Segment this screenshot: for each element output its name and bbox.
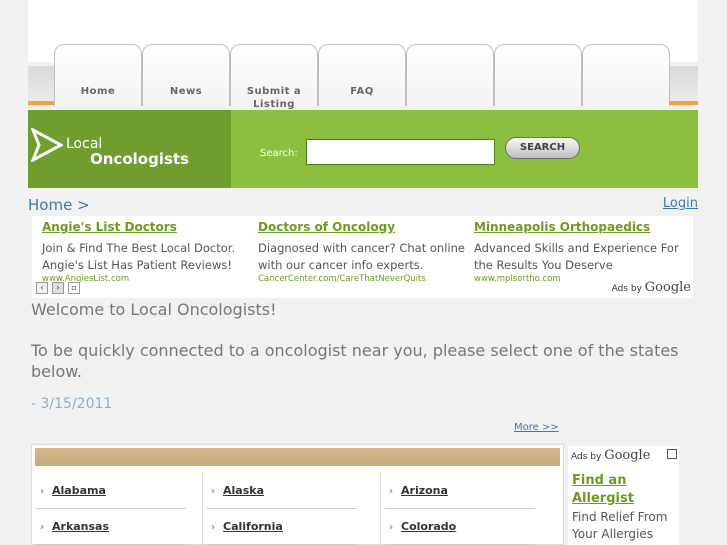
chevron-left-icon[interactable]: ‹ (36, 282, 48, 294)
ad-title[interactable]: Find an Allergist (572, 472, 672, 508)
list-item: › Alaska (207, 473, 357, 509)
ad-title[interactable]: Doctors of Oncology (258, 220, 468, 234)
external-link-icon[interactable]: ▫ (68, 282, 80, 294)
ad-item[interactable]: Minneapolis Orthopaedics Advanced Skills… (474, 220, 684, 284)
logo-arrow-icon (31, 128, 63, 162)
list-item: › Arkansas (36, 509, 186, 545)
external-link-icon[interactable] (667, 449, 677, 459)
tab-label: Home (80, 86, 116, 97)
header-banner: Local Oncologists Search: SEARCH (28, 110, 698, 188)
states-column: › Alaska › California (202, 473, 363, 545)
state-link-colorado[interactable]: Colorado (401, 520, 456, 533)
list-item: › Alabama (36, 473, 186, 509)
tab-empty-3[interactable] (582, 44, 670, 106)
more-link[interactable]: More >> (514, 422, 559, 433)
ads-by-text: Ads by (571, 452, 602, 462)
ad-url[interactable]: CancerCenter.com/CareThatNeverQuits (258, 274, 468, 284)
chevron-right-icon: › (40, 486, 45, 497)
tab-label: Submit a Listing (246, 86, 302, 110)
login-link[interactable]: Login (663, 196, 698, 211)
ads-by-google[interactable]: Ads by Google (612, 280, 691, 295)
states-panel: › Alabama › Arkansas › Alaska › California ›… (31, 444, 564, 545)
welcome-section: Welcome to Local Oncologists! To be quic… (31, 300, 691, 412)
tab-news[interactable]: News (142, 44, 230, 106)
state-link-arizona[interactable]: Arizona (401, 484, 448, 497)
site-logo[interactable]: Local Oncologists (28, 110, 231, 188)
ad-description: Diagnosed with cancer? Chat online with … (258, 241, 465, 272)
post-date: - 3/15/2011 (31, 396, 113, 412)
breadcrumb[interactable]: Home > (28, 196, 90, 214)
list-item: › California (207, 509, 357, 545)
ad-description: Join & Find The Best Local Doctor. Angie… (42, 241, 236, 272)
states-column: › Arizona › Colorado (380, 473, 541, 545)
tab-label: FAQ (350, 86, 374, 97)
ad-strip: Angie's List Doctors Join & Find The Bes… (32, 216, 693, 298)
tab-faq[interactable]: FAQ (318, 44, 406, 106)
ad-title[interactable]: Angie's List Doctors (42, 220, 252, 234)
ad-title[interactable]: Minneapolis Orthopaedics (474, 220, 684, 234)
logo-text-oncologists: Oncologists (90, 150, 189, 168)
ad-description: Find Relief From Your Allergies (572, 510, 668, 541)
tab-empty-1[interactable] (406, 44, 494, 106)
chevron-right-icon: › (389, 486, 394, 497)
chevron-right-icon: › (389, 522, 394, 533)
ads-by-text: Ads by (611, 284, 642, 294)
google-logo: Google (604, 448, 651, 463)
chevron-right-icon[interactable]: › (52, 282, 64, 294)
search-input[interactable] (306, 139, 495, 165)
chevron-right-icon: › (211, 522, 216, 533)
list-item: › Arizona (385, 473, 535, 509)
ads-by-google[interactable]: Ads by Google (571, 448, 650, 463)
sidebar-ad: Ads by Google Find an Allergist Find Rel… (568, 446, 679, 545)
ad-item[interactable]: Angie's List Doctors Join & Find The Bes… (42, 220, 252, 284)
google-logo: Google (644, 280, 691, 295)
state-link-california[interactable]: California (223, 520, 283, 533)
ad-item[interactable]: Doctors of Oncology Diagnosed with cance… (258, 220, 468, 284)
states-column: › Alabama › Arkansas (32, 473, 192, 545)
tab-label: News (169, 86, 203, 97)
tab-home[interactable]: Home (54, 44, 142, 106)
state-link-alaska[interactable]: Alaska (223, 484, 264, 497)
list-item: › Colorado (385, 509, 535, 545)
states-panel-header (35, 448, 560, 466)
search-button[interactable]: SEARCH (505, 137, 580, 159)
welcome-instructions: To be quickly connected to a oncologist … (31, 341, 679, 381)
welcome-heading: Welcome to Local Oncologists! (31, 300, 277, 319)
tab-submit-listing[interactable]: Submit a Listing (230, 44, 318, 110)
tab-empty-2[interactable] (494, 44, 582, 106)
search-label: Search: (260, 148, 298, 159)
page-container: Home News Submit a Listing FAQ Local Onc… (28, 0, 698, 545)
chevron-right-icon: › (40, 522, 45, 533)
chevron-right-icon: › (211, 486, 216, 497)
main-nav: Home News Submit a Listing FAQ (28, 44, 698, 110)
ad-description: Advanced Skills and Experience For the R… (474, 241, 679, 272)
state-link-arkansas[interactable]: Arkansas (52, 520, 109, 533)
state-link-alabama[interactable]: Alabama (52, 484, 106, 497)
